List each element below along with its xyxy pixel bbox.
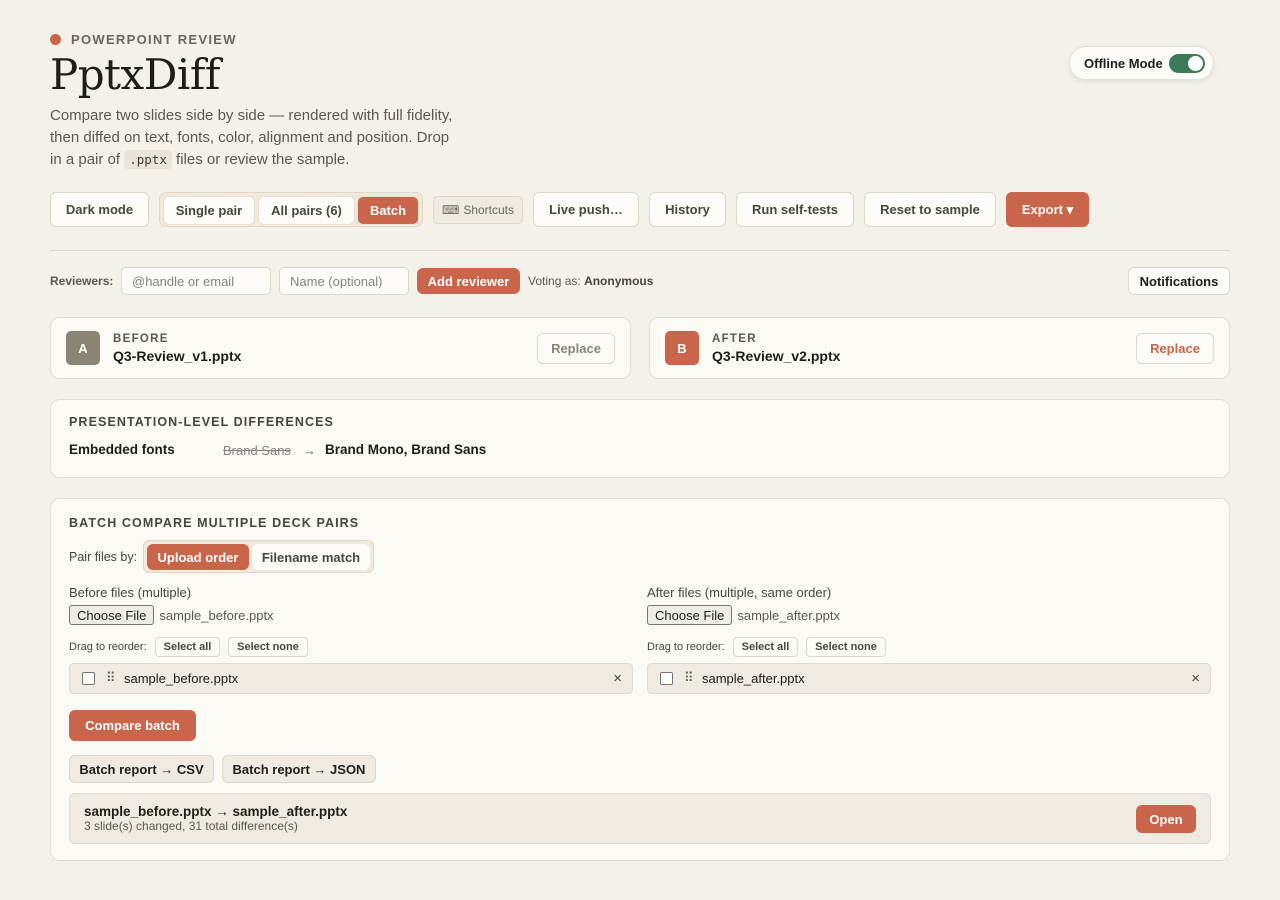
remove-file-icon[interactable]: × xyxy=(1191,670,1200,687)
drag-handle-icon[interactable]: ⠿ xyxy=(684,670,693,686)
batch-title: BATCH COMPARE MULTIPLE DECK PAIRS xyxy=(69,516,360,530)
drag-handle-icon[interactable]: ⠿ xyxy=(106,670,115,686)
presentation-diff-title: PRESENTATION-LEVEL DIFFERENCES xyxy=(69,415,334,429)
diff-new-value: Brand Mono, Brand Sans xyxy=(325,442,487,457)
before-file-checkbox[interactable] xyxy=(82,672,95,685)
after-kicker: AFTER xyxy=(712,333,757,345)
run-self-tests-button[interactable]: Run self-tests xyxy=(736,192,854,227)
keyboard-icon: ⌨ xyxy=(441,203,460,217)
divider xyxy=(50,250,1230,251)
compare-batch-button[interactable]: Compare batch xyxy=(69,710,196,741)
shortcuts-button[interactable]: ⌨ Shortcuts xyxy=(433,196,523,224)
batch-json-button[interactable]: Batch report → JSON xyxy=(222,755,376,783)
before-select-all-button[interactable]: Select all xyxy=(155,637,220,657)
status-dot-icon xyxy=(50,34,61,45)
before-badge: A xyxy=(66,331,100,365)
eyebrow-label: POWERPOINT REVIEW xyxy=(71,32,237,47)
export-button[interactable]: Export ▾ xyxy=(1006,192,1089,227)
eyebrow: POWERPOINT REVIEW xyxy=(50,32,237,47)
file-extension-code: .pptx xyxy=(124,150,172,169)
page-subtitle: Compare two slides side by side — render… xyxy=(50,107,453,169)
after-replace-button[interactable]: Replace xyxy=(1136,333,1214,364)
remove-file-icon[interactable]: × xyxy=(613,670,622,687)
batch-compare-card: BATCH COMPARE MULTIPLE DECK PAIRS Pair f… xyxy=(50,498,1230,861)
before-choose-file-button[interactable]: Choose File xyxy=(69,605,155,625)
before-file-name: Q3-Review_v1.pptx xyxy=(113,348,242,364)
batch-result-summary: 3 slide(s) changed, 31 total difference(… xyxy=(84,819,298,833)
dark-mode-button[interactable]: Dark mode xyxy=(50,192,149,227)
pair-mode-segmented: Upload order Filename match xyxy=(143,540,374,573)
before-drag-label: Drag to reorder: xyxy=(69,641,147,653)
reset-to-sample-button[interactable]: Reset to sample xyxy=(864,192,996,227)
before-files-label: Before files (multiple) xyxy=(69,585,192,600)
before-kicker: BEFORE xyxy=(113,333,169,345)
after-file-row-name: sample_after.pptx xyxy=(702,671,805,686)
upload-order-tab[interactable]: Upload order xyxy=(147,544,249,570)
after-select-none-button[interactable]: Select none xyxy=(806,637,886,657)
offline-mode-label: Offline Mode xyxy=(1084,55,1163,71)
after-file-checkbox[interactable] xyxy=(660,672,673,685)
notifications-button[interactable]: Notifications xyxy=(1128,267,1230,295)
history-button[interactable]: History xyxy=(649,192,726,227)
after-file-card: B AFTER Q3-Review_v2.pptx Replace xyxy=(649,317,1230,379)
before-file-row-name: sample_before.pptx xyxy=(124,671,239,686)
page-title: PptxDiff xyxy=(50,50,220,99)
toggle-switch[interactable] xyxy=(1169,54,1205,73)
diff-row-label: Embedded fonts xyxy=(69,442,175,457)
after-drag-label: Drag to reorder: xyxy=(647,641,725,653)
all-pairs-tab[interactable]: All pairs (6) xyxy=(258,196,355,225)
batch-result-row: sample_before.pptx → sample_after.pptx 3… xyxy=(69,793,1211,844)
diff-old-value: Brand Sans xyxy=(223,443,291,458)
after-files-label: After files (multiple, same order) xyxy=(647,585,832,600)
offline-mode-toggle[interactable]: Offline Mode xyxy=(1069,46,1214,80)
after-file-chooser: Choose File sample_after.pptx xyxy=(647,605,840,625)
reviewer-handle-input[interactable] xyxy=(121,267,271,295)
single-pair-tab[interactable]: Single pair xyxy=(163,196,255,225)
after-choose-file-button[interactable]: Choose File xyxy=(647,605,733,625)
filename-match-tab[interactable]: Filename match xyxy=(252,544,370,570)
after-chosen-file: sample_after.pptx xyxy=(737,607,840,623)
live-push-button[interactable]: Live push… xyxy=(533,192,639,227)
before-file-chooser: Choose File sample_before.pptx xyxy=(69,605,274,625)
voting-as: Voting as: Anonymous xyxy=(528,274,654,288)
pair-by-label: Pair files by: xyxy=(69,550,138,564)
voting-name: Anonymous xyxy=(584,274,654,288)
reviewers-label: Reviewers: xyxy=(50,274,114,288)
presentation-diff-card: PRESENTATION-LEVEL DIFFERENCES Embedded … xyxy=(50,399,1230,478)
before-file-row[interactable]: ⠿ sample_before.pptx × xyxy=(69,663,633,694)
add-reviewer-button[interactable]: Add reviewer xyxy=(417,268,520,294)
after-file-name: Q3-Review_v2.pptx xyxy=(712,348,841,364)
before-file-card: A BEFORE Q3-Review_v1.pptx Replace xyxy=(50,317,631,379)
batch-result-title: sample_before.pptx → sample_after.pptx xyxy=(84,804,348,819)
toggle-knob xyxy=(1188,56,1203,71)
after-file-row[interactable]: ⠿ sample_after.pptx × xyxy=(647,663,1211,694)
before-chosen-file: sample_before.pptx xyxy=(159,607,274,623)
batch-tab[interactable]: Batch xyxy=(357,196,419,225)
before-select-none-button[interactable]: Select none xyxy=(228,637,308,657)
reviewer-name-input[interactable] xyxy=(279,267,409,295)
batch-csv-button[interactable]: Batch report → CSV xyxy=(69,755,214,783)
open-result-button[interactable]: Open xyxy=(1136,805,1196,833)
after-badge: B xyxy=(665,331,699,365)
after-select-all-button[interactable]: Select all xyxy=(733,637,798,657)
before-replace-button[interactable]: Replace xyxy=(537,333,615,364)
diff-arrow: → xyxy=(303,443,316,458)
view-mode-segmented: Single pair All pairs (6) Batch xyxy=(159,192,423,227)
